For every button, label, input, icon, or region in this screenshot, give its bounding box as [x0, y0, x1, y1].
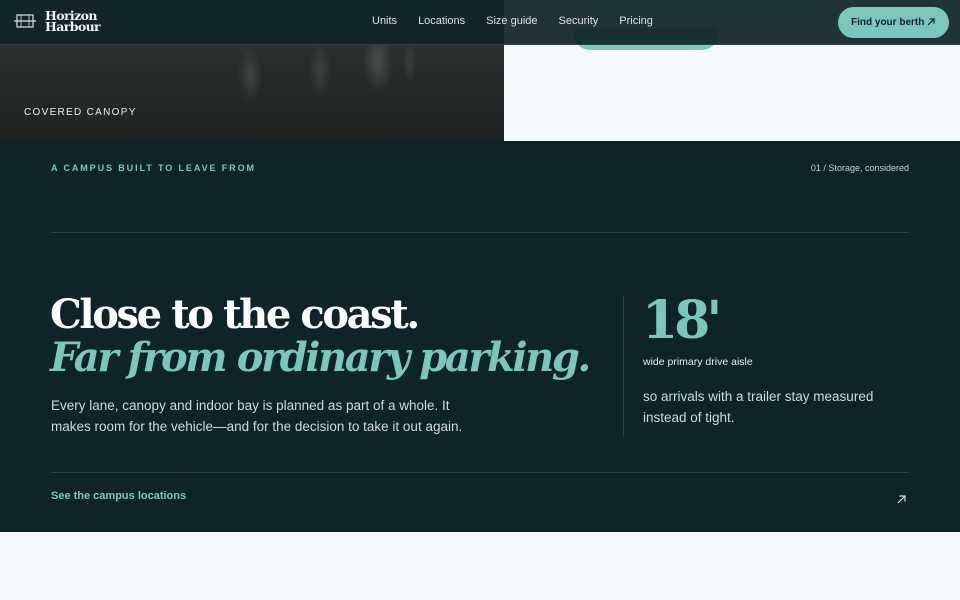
nav-security[interactable]: Security [559, 15, 599, 27]
harbour-logo-icon [14, 10, 36, 32]
find-your-berth-button[interactable]: Find your berth [838, 7, 949, 38]
divider-top [51, 232, 909, 233]
section-headline: Close to the coast. [50, 291, 420, 338]
logo-wordmark: Horizon Harbour [45, 9, 101, 34]
site-header: Horizon Harbour Units Locations Size gui… [0, 0, 960, 45]
section-eyebrow: A CAMPUS BUILT TO LEAVE FROM [51, 163, 256, 173]
nav-size-guide[interactable]: Size guide [486, 15, 537, 27]
stat-number: 18' [642, 290, 722, 351]
section-body: Every lane, canopy and indoor bay is pla… [51, 398, 463, 434]
logo[interactable]: Horizon Harbour [14, 9, 101, 34]
campus-locations-link[interactable]: See the campus locations [51, 490, 186, 502]
divider-bottom [51, 472, 909, 473]
nav-locations[interactable]: Locations [418, 15, 465, 27]
section-headline-italic: Far from ordinary parking. [50, 334, 591, 381]
stat-copy: so arrivals with a trailer stay measured… [643, 389, 874, 425]
nav-units[interactable]: Units [372, 15, 397, 27]
campus-section: A CAMPUS BUILT TO LEAVE FROM 01 / Storag… [0, 141, 960, 532]
photo-caption: COVERED CANOPY [24, 107, 137, 118]
main-nav: Units Locations Size guide Security Pric… [372, 15, 674, 27]
cta-label: Find your berth [851, 17, 925, 28]
stat-label: wide primary drive aisle [643, 356, 753, 368]
nav-pricing[interactable]: Pricing [619, 15, 653, 27]
section-kicker: 01 / Storage, considered [810, 163, 909, 173]
arrow-up-right-icon [926, 17, 936, 27]
logo-line-2: Harbour [45, 19, 101, 34]
arrow-up-right-icon[interactable] [896, 490, 907, 504]
stat-divider [623, 296, 624, 436]
